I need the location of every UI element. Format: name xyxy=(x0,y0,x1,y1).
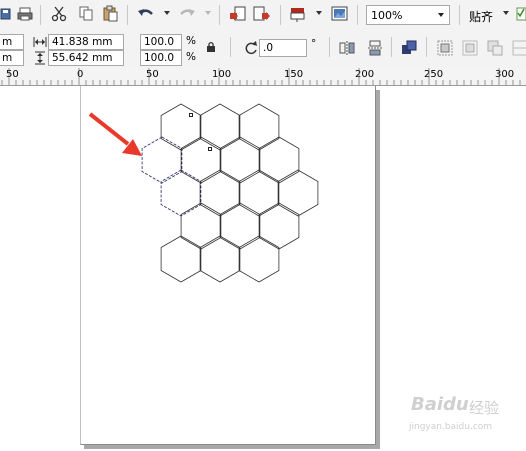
annotation-arrow xyxy=(88,112,142,156)
object-position-x-field[interactable]: m xyxy=(0,34,24,50)
hexagon-shape[interactable] xyxy=(258,136,300,184)
application-launcher-icon[interactable] xyxy=(289,5,307,23)
hexagon-shape[interactable] xyxy=(238,103,280,151)
hexagon-shape[interactable] xyxy=(238,169,280,217)
mirror-horizontal-icon[interactable] xyxy=(338,39,356,57)
standard-toolbar: 100% 贴齐 xyxy=(0,0,526,32)
hexagon-shape[interactable] xyxy=(180,136,222,184)
toolbar-separator xyxy=(219,5,220,25)
drawing-canvas[interactable]: Baidu 经验 jingyan.baidu.com xyxy=(0,86,526,451)
redo-dropdown-icon xyxy=(205,11,211,15)
snap-to-button[interactable]: 贴齐 xyxy=(469,8,493,25)
object-position-x-value: m xyxy=(2,36,13,48)
toolbar-separator xyxy=(357,5,358,25)
chevron-down-icon xyxy=(438,13,444,17)
hexagon-shape[interactable] xyxy=(160,235,202,283)
baidu-jingyan-watermark: Baidu 经验 jingyan.baidu.com xyxy=(395,386,523,438)
rotation-angle-value: .0 xyxy=(263,42,274,54)
toolbar-separator xyxy=(230,37,231,57)
save-icon[interactable] xyxy=(0,5,18,23)
export-icon[interactable] xyxy=(253,5,271,23)
toolbar-separator xyxy=(40,5,41,25)
paste-icon[interactable] xyxy=(102,5,120,23)
rotation-unit: ° xyxy=(311,38,317,50)
undo-icon[interactable] xyxy=(137,5,155,23)
watermark-brand: Baidu xyxy=(411,394,469,415)
hexagon-shape[interactable] xyxy=(199,235,241,283)
height-icon xyxy=(34,51,46,65)
cut-icon[interactable] xyxy=(51,5,69,23)
application-launcher-dropdown-icon[interactable] xyxy=(316,11,322,15)
hexagon-shape[interactable] xyxy=(199,103,241,151)
redo-icon xyxy=(178,5,196,23)
snap-to-dropdown-icon[interactable] xyxy=(503,11,509,15)
combine-icon[interactable] xyxy=(436,39,454,57)
object-position-y-value: m xyxy=(2,52,13,64)
hexagon-shape[interactable] xyxy=(219,136,261,184)
print-icon[interactable] xyxy=(17,5,35,23)
scale-x-value: 100.0 xyxy=(144,36,175,48)
toolbar-separator xyxy=(329,37,330,57)
horizontal-ruler[interactable]: 50 0 50 100 150 200 250 300 xyxy=(0,68,526,86)
object-height-field[interactable]: 55.642 mm xyxy=(48,50,124,66)
scale-x-unit: % xyxy=(186,35,196,47)
scale-x-field[interactable]: 100.0 xyxy=(140,34,182,50)
hexagon-shape[interactable] xyxy=(277,169,319,217)
hexagon-shape[interactable] xyxy=(180,202,222,250)
hexagon-shape[interactable] xyxy=(238,235,280,283)
object-width-value: 41.838 mm xyxy=(52,36,113,48)
toolbar-separator xyxy=(391,37,392,57)
object-width-field[interactable]: 41.838 mm xyxy=(48,34,124,50)
zoom-level-value: 100% xyxy=(371,9,403,22)
ruler-ticks xyxy=(1,68,521,85)
toolbar-separator xyxy=(127,5,128,25)
hexagon-honeycomb-group[interactable] xyxy=(141,103,319,283)
node-handle xyxy=(189,113,193,117)
hexagon-shape[interactable] xyxy=(199,169,241,217)
hexagon-shape[interactable] xyxy=(141,136,183,184)
zoom-level-select[interactable]: 100% xyxy=(366,5,450,25)
ungroup-icon xyxy=(486,39,504,57)
width-icon xyxy=(33,36,47,48)
lock-ratio-icon[interactable] xyxy=(205,41,217,53)
mirror-vertical-icon[interactable] xyxy=(366,39,384,57)
ungroup-all-icon xyxy=(511,39,526,57)
scale-y-field[interactable]: 100.0 xyxy=(140,50,182,66)
scale-y-unit: % xyxy=(186,51,196,63)
snap-options-icon[interactable] xyxy=(516,5,526,23)
hexagon-shape[interactable] xyxy=(160,169,202,217)
object-height-value: 55.642 mm xyxy=(52,52,113,64)
object-position-y-field[interactable]: m xyxy=(0,50,24,66)
node-handle xyxy=(208,147,212,151)
rotation-angle-field[interactable]: .0 xyxy=(259,39,307,57)
group-icon xyxy=(461,39,479,57)
toolbar-separator xyxy=(426,37,427,57)
watermark-url: jingyan.baidu.com xyxy=(409,422,493,432)
toolbar-separator xyxy=(280,5,281,25)
arrange-order-icon[interactable] xyxy=(400,39,418,57)
rotation-icon xyxy=(243,40,259,56)
hexagon-shape[interactable] xyxy=(258,202,300,250)
scale-y-value: 100.0 xyxy=(144,52,175,64)
hexagon-shape[interactable] xyxy=(219,202,261,250)
property-bar: m m 41.838 mm 55.642 mm 100.0 100.0 % % … xyxy=(0,31,526,69)
welcome-screen-icon[interactable] xyxy=(331,5,349,23)
hexagon-shape[interactable] xyxy=(160,103,202,151)
import-icon[interactable] xyxy=(229,5,247,23)
watermark-experience-label: 经验 xyxy=(469,399,500,417)
copy-icon[interactable] xyxy=(78,5,96,23)
undo-dropdown-icon[interactable] xyxy=(164,11,170,15)
toolbar-separator xyxy=(459,5,460,25)
